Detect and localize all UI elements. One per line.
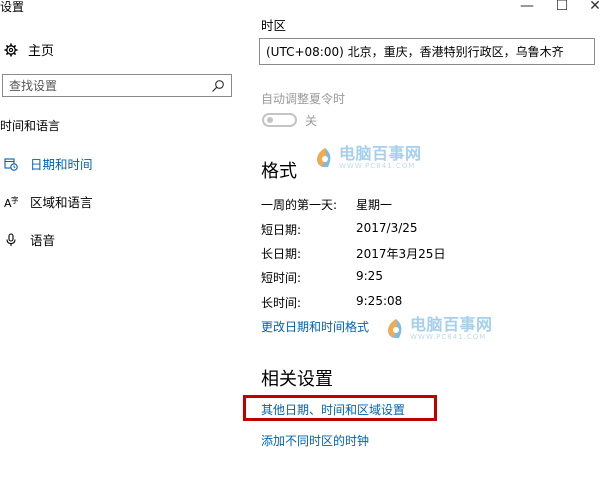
watermark-logo-icon (388, 319, 402, 339)
format-label: 长时间: (261, 296, 302, 310)
timezone-value: (UTC+08:00) 北京，重庆，香港特别行政区，乌鲁木齐 (266, 45, 564, 59)
gear-icon (4, 43, 18, 56)
sidebar-home-label: 主页 (28, 44, 55, 59)
sidebar-item-label: 语音 (30, 233, 56, 248)
timezone-dropdown[interactable]: (UTC+08:00) 北京，重庆，香港特别行政区，乌鲁木齐 (259, 38, 595, 65)
format-label: 长日期: (261, 247, 302, 261)
watermark-text: 电脑百事网 (339, 144, 422, 163)
region-language-icon: A 字 (4, 195, 18, 209)
format-value: 2017/3/25 (356, 221, 418, 235)
format-label: 一周的第一天: (261, 198, 338, 212)
svg-text:字: 字 (11, 195, 18, 205)
watermark-text: 电脑百事网 (410, 315, 493, 334)
timezone-label: 时区 (261, 18, 287, 33)
dst-toggle-state: 关 (305, 114, 318, 128)
sidebar-home[interactable]: 主页 (4, 40, 54, 59)
highlight-box (243, 395, 437, 421)
maximize-button[interactable]: ☐ (553, 0, 571, 14)
change-format-link[interactable]: 更改日期和时间格式 (261, 318, 369, 335)
sidebar-item-label: 区域和语言 (30, 195, 93, 210)
watermark-logo-icon (317, 148, 331, 168)
sidebar-item-datetime[interactable]: 日期和时间 (4, 154, 93, 173)
search-box[interactable] (2, 74, 232, 97)
watermark: 电脑百事网 WWW.PC841.COM (314, 146, 422, 170)
add-clocks-link[interactable]: 添加不同时区的时钟 (261, 432, 369, 449)
toggle-knob (267, 117, 273, 123)
dst-label: 自动调整夏令时 (261, 92, 346, 106)
sidebar-item-speech[interactable]: 语音 (4, 230, 55, 249)
watermark: 电脑百事网 WWW.PC841.COM (385, 317, 493, 341)
format-label: 短时间: (261, 271, 302, 285)
search-input[interactable] (3, 77, 201, 94)
related-settings-heading: 相关设置 (261, 369, 333, 390)
format-label: 短日期: (261, 223, 302, 237)
close-button[interactable]: ✕ (586, 0, 600, 14)
microphone-icon (6, 232, 16, 246)
minimize-button[interactable]: — (518, 0, 536, 14)
sidebar-item-label: 日期和时间 (30, 157, 93, 172)
sidebar-section-title: 时间和语言 (0, 119, 61, 133)
watermark-url: WWW.PC841.COM (339, 162, 416, 170)
sidebar-item-region-language[interactable]: A 字 区域和语言 (4, 192, 93, 211)
format-heading: 格式 (261, 161, 297, 182)
format-value: 9:25:08 (356, 294, 403, 308)
format-value: 9:25 (356, 269, 383, 283)
search-icon (212, 79, 224, 92)
datetime-icon (4, 157, 18, 171)
window-title: 设置 (0, 0, 25, 14)
watermark-url: WWW.PC841.COM (410, 333, 487, 341)
format-value: 星期一 (356, 198, 393, 212)
format-value: 2017年3月25日 (356, 247, 446, 261)
dst-toggle[interactable] (262, 113, 297, 127)
